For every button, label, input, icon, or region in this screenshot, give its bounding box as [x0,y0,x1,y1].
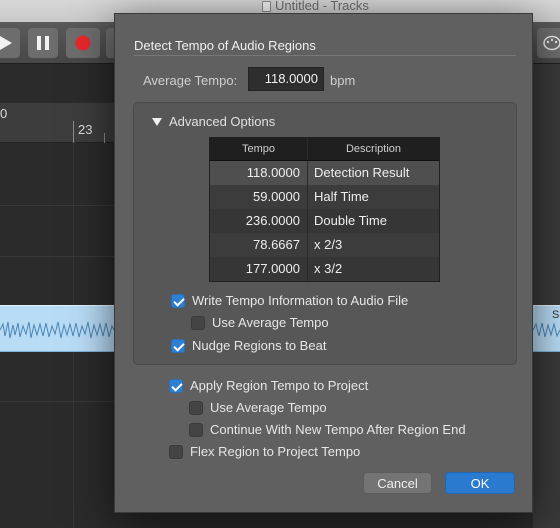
table-row[interactable]: 236.0000 Double Time [210,209,439,233]
pause-button[interactable] [28,28,58,58]
waveform [0,321,114,339]
description-cell: Double Time [314,213,387,228]
apply-region-tempo-label: Apply Region Tempo to Project [190,378,369,393]
window-title-text: Untitled - Tracks [275,0,369,13]
average-tempo-unit: bpm [330,73,356,88]
ruler-tick [104,133,105,143]
use-average-tempo-option[interactable]: Use Average Tempo [191,315,329,330]
smart-controls-icon [543,35,560,51]
track-lane-divider [0,256,114,257]
column-header-tempo[interactable]: Tempo [210,138,308,160]
track-lane-divider [0,205,114,206]
write-tempo-label: Write Tempo Information to Audio File [192,293,409,308]
apply-region-tempo-option[interactable]: Apply Region Tempo to Project [169,378,368,393]
use-average-tempo-project-checkbox[interactable] [189,400,203,415]
use-average-tempo-project-option[interactable]: Use Average Tempo [189,400,327,415]
advanced-options-disclosure[interactable]: Advanced Options [152,114,275,129]
ruler-bar-number: 23 [78,122,93,137]
timeline-ruler[interactable]: 0 23 [0,103,114,143]
record-icon [75,35,91,51]
use-average-tempo-project-label: Use Average Tempo [210,400,327,415]
average-tempo-field[interactable]: 118.0000 [248,67,324,91]
description-cell: Half Time [314,189,369,204]
track-lane-divider [0,401,114,402]
detect-tempo-dialog: Detect Tempo of Audio Regions Average Te… [114,13,533,513]
region-name-partial: S [552,309,560,321]
tempo-cell: 177.0000 [210,257,308,281]
nudge-regions-checkbox[interactable] [171,338,185,353]
write-tempo-checkbox[interactable] [171,293,185,308]
column-header-description[interactable]: Description [308,138,439,160]
cancel-button[interactable]: Cancel [363,472,432,494]
continue-new-tempo-label: Continue With New Tempo After Region End [210,422,466,437]
pause-icon [37,36,49,50]
table-header: Tempo Description [210,138,439,161]
continue-new-tempo-option[interactable]: Continue With New Tempo After Region End [189,422,466,437]
nudge-regions-option[interactable]: Nudge Regions to Beat [171,338,326,353]
apply-region-tempo-checkbox[interactable] [169,378,183,393]
write-tempo-option[interactable]: Write Tempo Information to Audio File [171,293,408,308]
table-row[interactable]: 177.0000 x 3/2 [210,257,439,281]
flex-region-option[interactable]: Flex Region to Project Tempo [169,444,360,459]
tempo-cell: 59.0000 [210,185,308,209]
description-cell: x 3/2 [314,261,343,276]
advanced-options-panel: Advanced Options Tempo Description 118.0… [133,102,517,365]
average-tempo-label: Average Tempo: [143,73,238,88]
tempo-cell: 236.0000 [210,209,308,233]
flex-region-checkbox[interactable] [169,444,183,459]
description-cell: Detection Result [314,165,410,180]
tracks-area-right-edge [533,64,560,528]
tempo-table: Tempo Description 118.0000 Detection Res… [209,137,440,282]
table-row[interactable]: 118.0000 Detection Result [210,161,439,185]
dialog-title: Detect Tempo of Audio Regions [134,38,316,53]
ok-button[interactable]: OK [445,472,515,494]
ruler-tick [73,121,74,143]
tempo-cell: 78.6667 [210,233,308,257]
use-average-tempo-label: Use Average Tempo [212,315,329,330]
smart-controls-button[interactable] [537,28,560,58]
flex-region-label: Flex Region to Project Tempo [190,444,361,459]
record-button[interactable] [66,28,100,58]
ruler-bar-number: 0 [0,106,8,121]
audio-region[interactable] [0,305,114,352]
advanced-options-label: Advanced Options [169,114,276,129]
description-cell: x 2/3 [314,237,343,252]
play-icon [0,36,12,50]
continue-new-tempo-checkbox[interactable] [189,422,203,437]
use-average-tempo-checkbox[interactable] [191,315,205,330]
play-button[interactable] [0,28,20,58]
title-separator [134,55,516,56]
table-row[interactable]: 59.0000 Half Time [210,185,439,209]
document-icon [262,0,271,12]
disclosure-triangle-icon [152,117,162,126]
nudge-regions-label: Nudge Regions to Beat [192,338,327,353]
table-row[interactable]: 78.6667 x 2/3 [210,233,439,257]
window-title: Untitled - Tracks [262,0,369,12]
tempo-cell: 118.0000 [210,161,308,185]
